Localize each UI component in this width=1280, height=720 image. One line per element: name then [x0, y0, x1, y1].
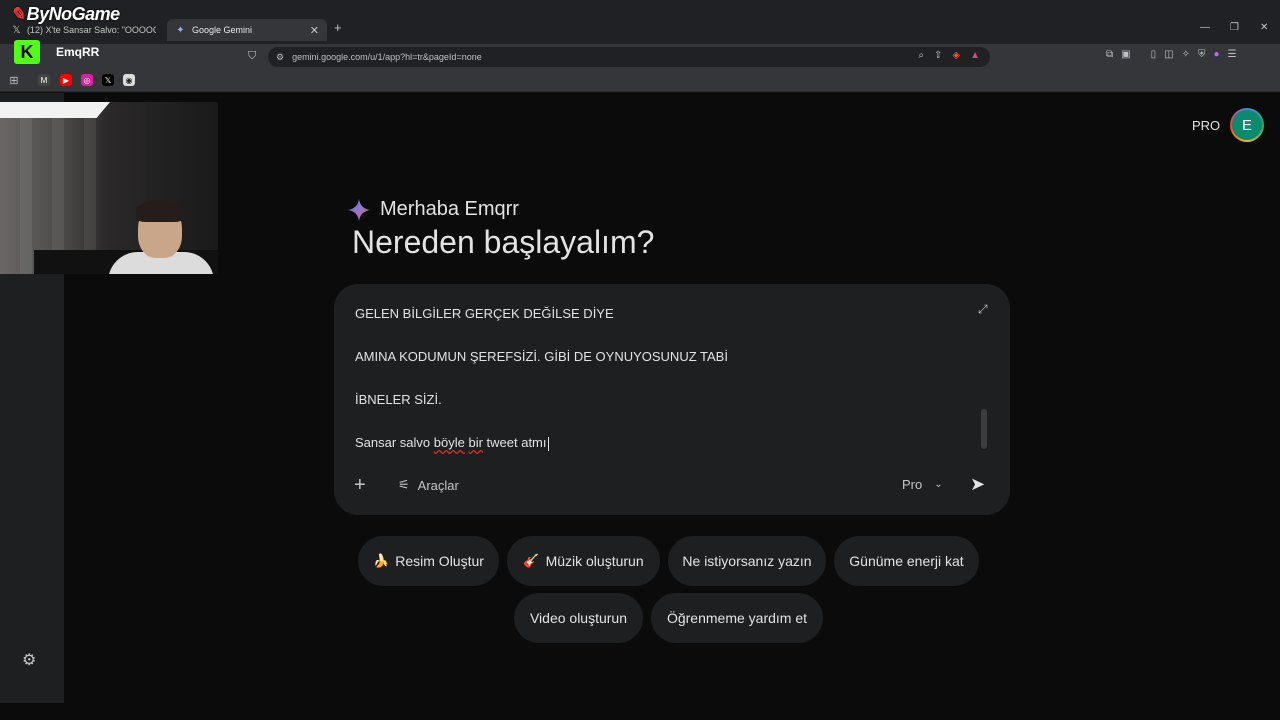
account-avatar[interactable]: E	[1230, 108, 1264, 142]
zoom-icon[interactable]: ⌕	[918, 50, 924, 61]
stream-brand-logo: ✎ ByNoGame	[10, 4, 121, 24]
chatgpt-bookmark-icon[interactable]: ◉	[123, 74, 135, 86]
gemini-sparkle-icon	[348, 198, 370, 221]
avatar-letter: E	[1232, 110, 1262, 140]
tools-sliders-icon: ⚟	[398, 477, 410, 492]
greeting: Merhaba Emqrr	[348, 198, 519, 221]
chip-label: Günüme enerji kat	[849, 553, 964, 569]
prompt-line[interactable]: AMINA KODUMUN ŞEREFSİZİ. GİBİ DE OYNUYOS…	[355, 349, 728, 364]
chip-label: Müzik oluşturun	[545, 553, 644, 569]
x-icon: 𝕏	[12, 24, 21, 36]
bookmarks-bar: ⊞ M ▶ ◎ 𝕏 ◉	[0, 70, 1280, 92]
address-bar-row: ⚙ gemini.google.com/u/1/app?hl=tr&pageId…	[0, 44, 1280, 70]
text-caret	[547, 436, 549, 451]
expand-icon[interactable]: ⤢	[978, 302, 988, 317]
bottom-strip	[0, 703, 1280, 720]
minimize-icon[interactable]: —	[1200, 22, 1210, 33]
x-bookmark-icon[interactable]: 𝕏	[102, 74, 114, 86]
tab-google-gemini[interactable]: ✦ Google Gemini ✕	[167, 19, 327, 41]
plan-badge: PRO	[1192, 118, 1221, 133]
page-title: Nereden başlayalım?	[352, 224, 655, 260]
model-selector[interactable]: Pro ⌄	[902, 477, 943, 492]
suggestion-chip-video[interactable]: Video oluşturun	[514, 593, 643, 643]
sidebar-icon[interactable]: ▯	[1151, 49, 1157, 60]
restore-icon[interactable]: ❐	[1230, 22, 1239, 33]
extensions-icon[interactable]: ⧉	[1106, 49, 1113, 60]
prompt-line[interactable]: GELEN BİLGİLER GERÇEK DEĞİLSE DİYE	[355, 306, 614, 321]
chip-label: Video oluşturun	[529, 610, 628, 626]
suggestion-chip-image[interactable]: 🍌 Resim Oluştur	[358, 536, 499, 586]
brave-shield-icon[interactable]: ◈	[952, 50, 960, 61]
gemini-sparkle-icon: ✦	[176, 24, 185, 36]
chip-label: Öğrenmeme yardım et	[666, 610, 808, 626]
close-window-icon[interactable]: ✕	[1260, 22, 1268, 33]
model-label: Pro	[902, 477, 923, 492]
banana-icon: 🍌	[373, 553, 390, 568]
add-file-button[interactable]: +	[354, 474, 366, 497]
youtube-bookmark-icon[interactable]: ▶	[60, 74, 72, 86]
brand-text: ByNoGame	[26, 4, 121, 24]
greeting-text: Merhaba Emqrr	[380, 198, 519, 220]
chip-label: Resim Oluştur	[395, 553, 484, 569]
close-tab-icon[interactable]: ✕	[310, 24, 319, 37]
prompt-draft-line[interactable]: Sansar salvo böyle bir tweet atmı	[355, 435, 549, 451]
guitar-icon: 🎸	[523, 553, 540, 568]
tab-label: Google Gemini	[192, 25, 253, 35]
leo-icon[interactable]: ✧	[1182, 49, 1190, 60]
apps-grid-icon[interactable]: ⊞	[8, 74, 20, 87]
webcam-overlay	[0, 102, 218, 274]
browser-tab-bar: 𝕏 (12) X'te Sansar Salvo: "OOOOOĞLUM ✦ G…	[0, 0, 1280, 44]
suggestion-chip-energize[interactable]: Günüme enerji kat	[834, 536, 979, 586]
composer-scrollbar[interactable]	[981, 409, 987, 449]
tools-label: Araçlar	[417, 477, 459, 493]
profile-icon[interactable]: ●	[1213, 49, 1219, 60]
prompt-line[interactable]: İBNELER SİZİ.	[355, 392, 442, 407]
settings-gear-icon[interactable]: ⚙	[22, 650, 36, 670]
chevron-down-icon: ⌄	[934, 479, 943, 490]
suggestion-chip-learn[interactable]: Öğrenmeme yardım et	[651, 593, 823, 643]
brave-rewards-icon[interactable]: ▲	[970, 50, 980, 61]
prompt-composer[interactable]: GELEN BİLGİLER GERÇEK DEĞİLSE DİYE AMINA…	[334, 284, 1010, 515]
share-icon[interactable]: ⇪	[934, 50, 942, 61]
menu-icon[interactable]: ☰	[1228, 49, 1237, 60]
tools-button[interactable]: ⚟ Araçlar	[398, 477, 459, 493]
site-info-icon[interactable]: ⚙	[276, 52, 284, 63]
gmail-bookmark-icon[interactable]: M	[38, 74, 50, 86]
bookmark-icon[interactable]: ⛉	[248, 50, 256, 63]
screenshot-icon[interactable]: ▣	[1121, 49, 1130, 60]
vpn-icon[interactable]: ⛨	[1198, 49, 1206, 60]
wallet-icon[interactable]: ◫	[1164, 49, 1173, 60]
streamer-name: EmqRR	[56, 45, 100, 59]
url-text: gemini.google.com/u/1/app?hl=tr&pageId=n…	[292, 52, 482, 62]
suggestion-chip-music[interactable]: 🎸 Müzik oluşturun	[507, 536, 660, 586]
new-tab-icon[interactable]: +	[334, 20, 342, 35]
tab-label: (12) X'te Sansar Salvo: "OOOOOĞLUM	[26, 25, 156, 35]
extension-icons: ⧉ ▣ ▯ ◫ ✧ ⛨ ● ☰	[1106, 49, 1236, 60]
send-button[interactable]: ➤	[970, 474, 985, 495]
suggestion-chip-write[interactable]: Ne istiyorsanız yazın	[668, 536, 826, 586]
instagram-bookmark-icon[interactable]: ◎	[81, 74, 93, 86]
kick-logo-icon: K	[14, 40, 40, 64]
url-field[interactable]: ⚙ gemini.google.com/u/1/app?hl=tr&pageId…	[268, 47, 990, 67]
chip-label: Ne istiyorsanız yazın	[682, 553, 812, 569]
